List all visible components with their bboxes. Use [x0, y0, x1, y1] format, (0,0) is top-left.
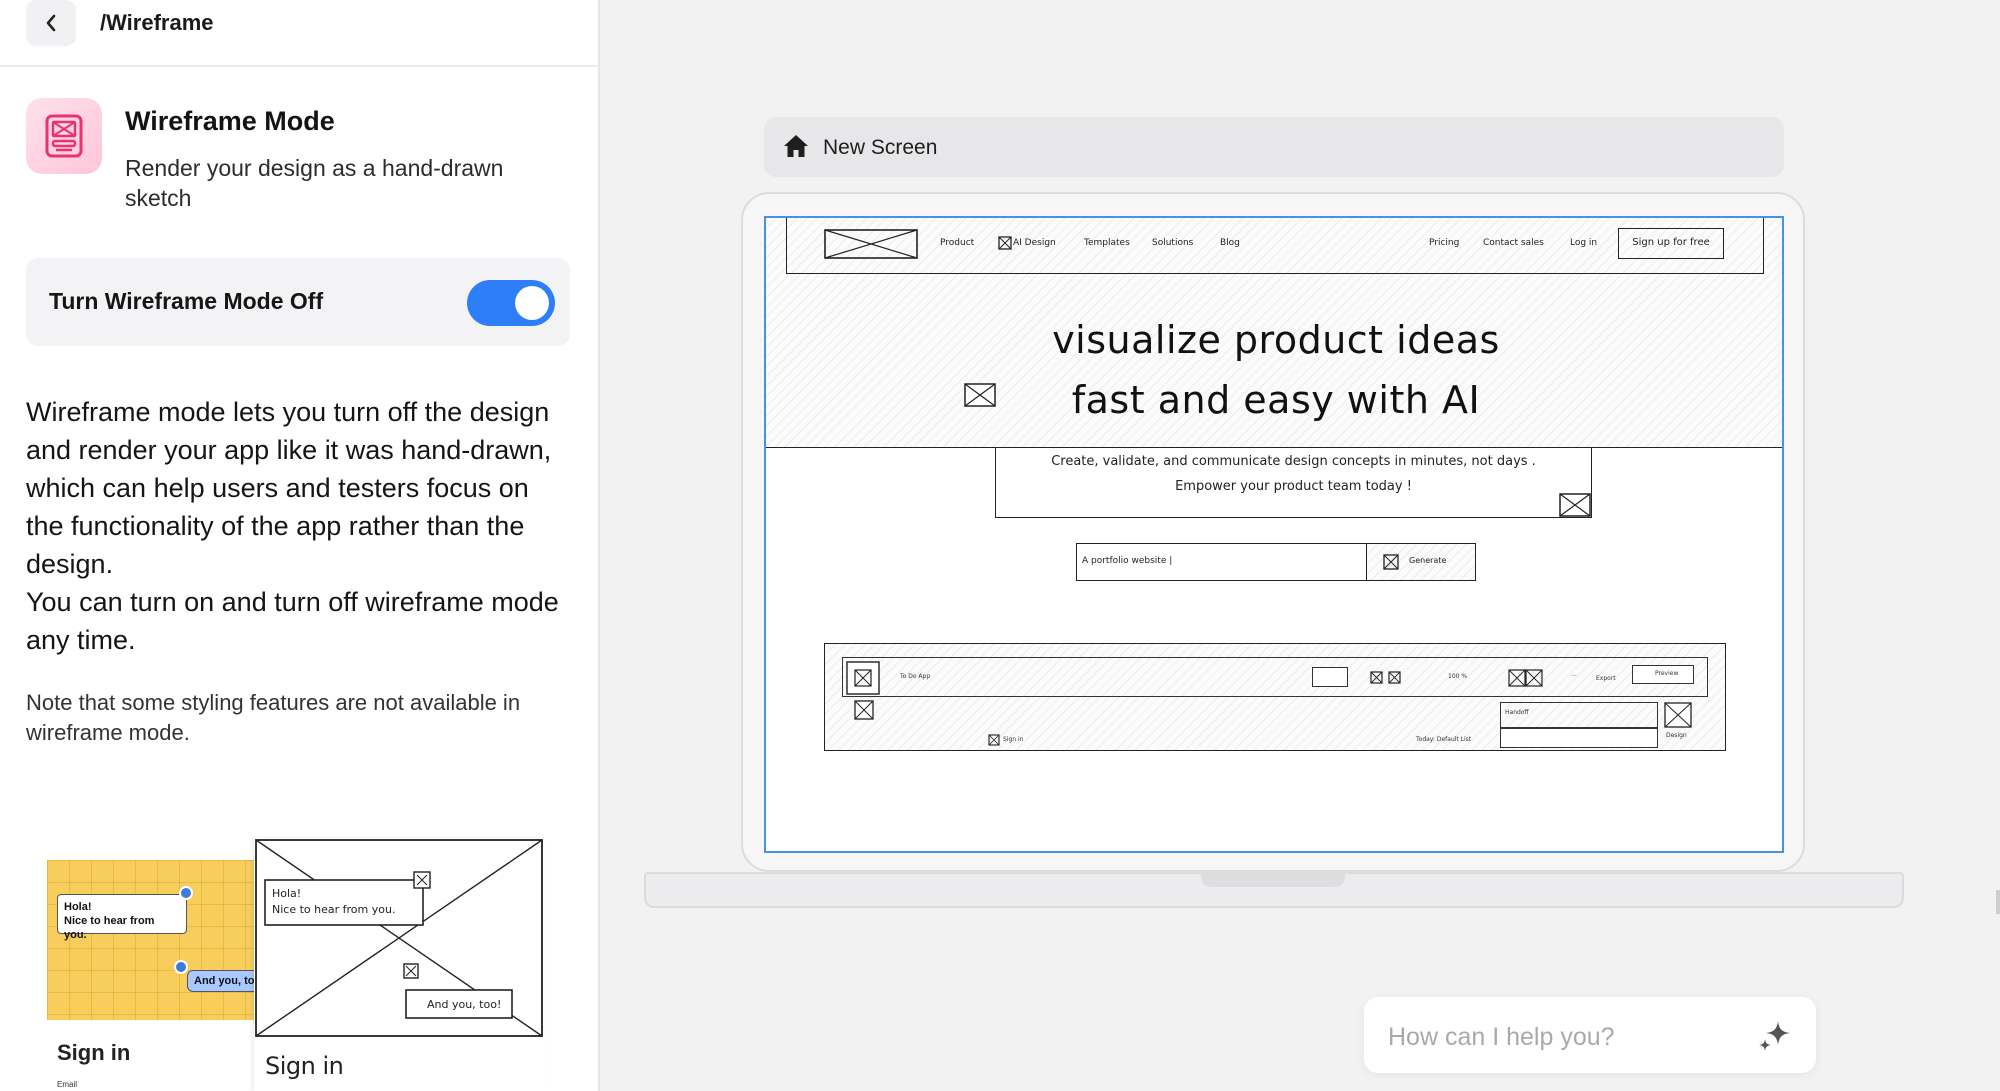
nav-item-pricing[interactable]: Pricing: [1429, 238, 1459, 248]
scroll-edge: [1996, 890, 2000, 914]
signup-button[interactable]: Sign up for free: [1618, 228, 1724, 259]
app-preview-toolbar: [842, 657, 1708, 697]
image-placeholder-icon: [854, 700, 874, 720]
preview-design-image: Hola! Nice to hear from you. And you, to: [47, 860, 257, 1020]
app-handoff-panel: Handoff: [1500, 702, 1658, 728]
hero-subtitle-box: Create, validate, and communicate design…: [995, 448, 1592, 518]
app-preview-label: Preview: [1655, 670, 1679, 677]
nav-item-contact-sales[interactable]: Contact sales: [1483, 238, 1544, 248]
preview-sketch-bubble-incoming: Hola! Nice to hear from you.: [272, 887, 396, 916]
laptop-notch: [1201, 873, 1345, 887]
pin-icon: [174, 960, 188, 974]
app-handoff-label: Handoff: [1505, 709, 1529, 716]
prompt-input[interactable]: A portfolio website |: [1076, 543, 1368, 581]
mode-description: Render your design as a hand-drawn sketc…: [125, 155, 504, 211]
preview-sketch-signin: Sign in: [265, 1052, 344, 1080]
screen-tab[interactable]: New Screen: [764, 117, 1784, 177]
wireframe-toggle[interactable]: [467, 280, 555, 326]
screen-name: New Screen: [823, 136, 938, 159]
hero-subtitle-line2: Empower your product team today !: [1175, 479, 1412, 494]
app-zoom: 100 %: [1448, 673, 1468, 680]
chat-placeholder: How can I help you?: [1388, 1023, 1615, 1051]
image-placeholder-icon: [1559, 493, 1591, 517]
app-handoff-panel-lower: [1500, 728, 1658, 748]
generate-button-label: Generate: [1409, 556, 1447, 565]
nav-item-blog[interactable]: Blog: [1220, 238, 1240, 248]
image-placeholder-icon: [998, 236, 1012, 250]
wireframe-mode-icon: [26, 98, 102, 174]
app-export: Export: [1596, 675, 1616, 682]
logo-placeholder-icon: [824, 229, 918, 259]
breadcrumb: /Wireframe: [100, 10, 214, 35]
chevron-left-icon: [46, 14, 56, 32]
image-placeholder-icon: [1370, 671, 1401, 684]
app-name: To Do App: [900, 673, 931, 680]
app-today: Today: Default List: [1416, 736, 1472, 743]
assistant-chat-input[interactable]: How can I help you?: [1364, 997, 1816, 1073]
info-note: Note that some styling features are not …: [26, 690, 521, 745]
panel-header: /Wireframe: [0, 0, 598, 67]
app-more: ...: [1571, 671, 1577, 678]
home-icon: [784, 135, 808, 157]
nav-item-login[interactable]: Log in: [1570, 238, 1597, 248]
settings-panel: /Wireframe Wireframe Mode Render your de…: [0, 0, 600, 1091]
mode-title: Wireframe Mode: [125, 106, 335, 136]
hero-title-line1: visualize product ideas: [1052, 318, 1500, 362]
image-placeholder-icon: [988, 734, 1000, 746]
back-button[interactable]: [26, 0, 76, 46]
image-placeholder-icon: [1383, 554, 1399, 570]
info-body: Wireframe mode lets you turn off the des…: [26, 397, 559, 655]
prompt-input-value: A portfolio website |: [1082, 556, 1173, 566]
nav-item-solutions[interactable]: Solutions: [1152, 238, 1193, 248]
app-preview-button: Preview: [1632, 665, 1694, 684]
preview-email-label: Email: [57, 1080, 78, 1089]
nav-item-ai-design[interactable]: AI Design: [1013, 238, 1056, 248]
app-signin: Sign in: [1003, 736, 1024, 743]
hero-title-line2: fast and easy with AI: [1071, 378, 1481, 422]
toggle-card: Turn Wireframe Mode Off: [26, 258, 570, 346]
preview-bubble-outgoing: And you, to: [187, 970, 257, 992]
nav-item-templates[interactable]: Templates: [1084, 238, 1130, 248]
sparkle-icon[interactable]: [1756, 1017, 1794, 1055]
signup-button-label: Sign up for free: [1632, 237, 1710, 248]
image-placeholder-icon: [846, 661, 880, 695]
wireframe-canvas[interactable]: Product AI Design Templates Solutions Bl…: [764, 216, 1784, 853]
hero-subtitle-line1: Create, validate, and communicate design…: [1051, 454, 1536, 469]
toggle-knob: [515, 286, 549, 320]
pin-icon: [179, 886, 193, 900]
generate-button[interactable]: Generate: [1366, 543, 1476, 581]
nav-item-product[interactable]: Product: [940, 238, 974, 248]
image-placeholder-icon: [1508, 669, 1543, 687]
app-toolbar-box: [1312, 667, 1348, 687]
toggle-label: Turn Wireframe Mode Off: [49, 288, 324, 314]
preview-signin-label: Sign in: [57, 1040, 131, 1065]
image-placeholder-icon: [1664, 702, 1692, 728]
app-design-label: Design: [1666, 732, 1687, 739]
preview-bubble-incoming: Hola! Nice to hear from you.: [57, 894, 187, 941]
preview-sketch-bubble-outgoing: And you, too!: [427, 998, 502, 1011]
